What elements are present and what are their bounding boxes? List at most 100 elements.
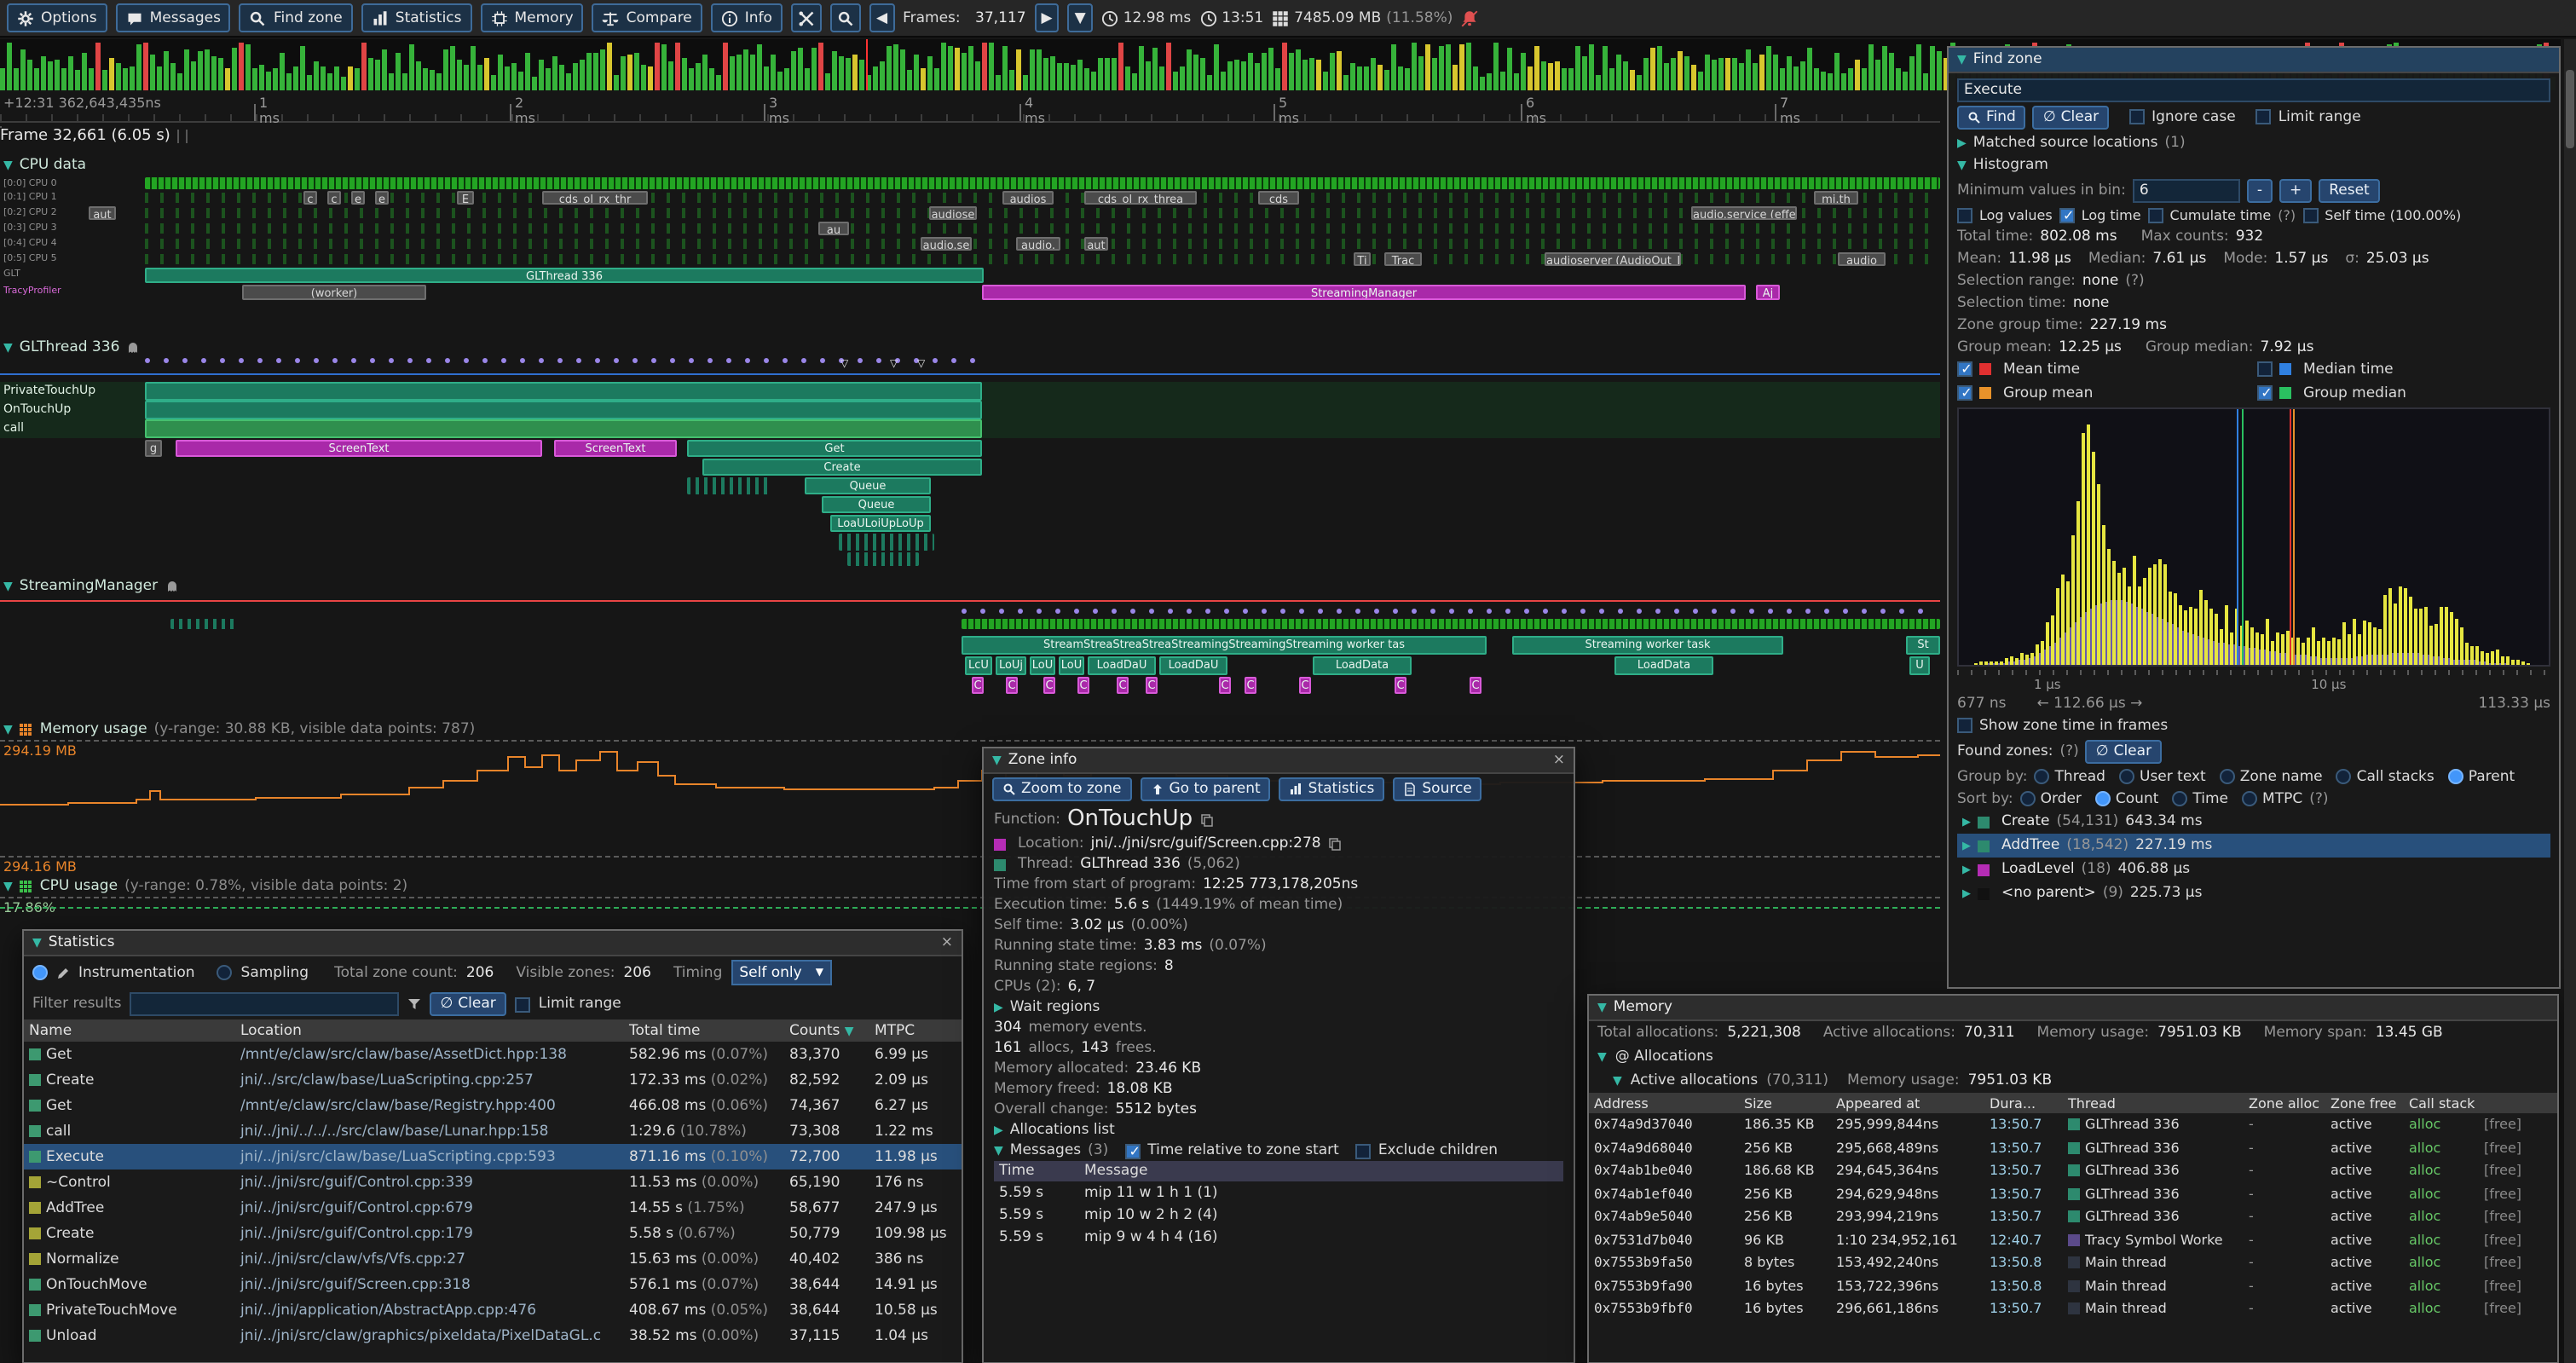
zone-bar[interactable]: C: [1245, 677, 1256, 694]
zone-bar[interactable]: Ti: [1354, 252, 1371, 266]
histogram-bar-yellow[interactable]: [2358, 634, 2361, 665]
stats-row[interactable]: AddTreejni/../jni/src/guif/Control.cpp:6…: [24, 1195, 962, 1221]
message-dot[interactable]: [1355, 609, 1360, 614]
collapse-icon[interactable]: ▼: [1597, 1050, 1607, 1064]
scrollbar-thumb[interactable]: [2566, 70, 2574, 148]
message-dot[interactable]: [1712, 609, 1717, 614]
message-dot[interactable]: [1880, 609, 1886, 614]
legend-checkbox[interactable]: [1957, 361, 1972, 377]
group-by-option[interactable]: User text: [2119, 768, 2206, 785]
histogram-bar-yellow[interactable]: [2030, 653, 2034, 665]
stats-row[interactable]: Normalizejni/../jni/src/claw/vfs/Vfs.cpp…: [24, 1246, 962, 1272]
message-dot[interactable]: [164, 358, 169, 363]
zone-bar[interactable]: audioserver (AudioOut_D): [1545, 252, 1681, 266]
alloc-callstack-link[interactable]: alloc: [2404, 1187, 2479, 1202]
zone-bar[interactable]: StreamingManager: [982, 285, 1746, 300]
histogram-bar-yellow[interactable]: [2169, 592, 2172, 665]
col-call-stack[interactable]: Call stack: [2404, 1095, 2479, 1111]
cpu-data-header[interactable]: ▼ CPU data: [3, 157, 86, 174]
message-dot[interactable]: [745, 358, 750, 363]
free-callstack-link[interactable]: [free]: [2479, 1256, 2547, 1271]
histogram-bar-yellow[interactable]: [2404, 588, 2407, 665]
radio-icon[interactable]: [2119, 769, 2134, 784]
col-name[interactable]: Name: [24, 1022, 235, 1039]
ghost-icon[interactable]: [165, 580, 178, 593]
stats-row[interactable]: Get/mnt/e/claw/src/claw/base/Registry.hp…: [24, 1093, 962, 1118]
message-dot[interactable]: [670, 358, 675, 363]
histogram-bar-yellow[interactable]: [2368, 622, 2371, 665]
message-dot[interactable]: [1524, 609, 1529, 614]
histogram-bar-yellow[interactable]: [2005, 657, 2008, 665]
histogram-bar-yellow[interactable]: [2123, 567, 2126, 665]
found-zone-row[interactable]: ▶AddTree(18,542)227.19 ms: [1957, 834, 2550, 858]
group-by-option[interactable]: Thread: [2035, 768, 2105, 785]
histogram-bar-yellow[interactable]: [2363, 620, 2366, 665]
message-dot[interactable]: [1805, 609, 1811, 614]
radio-icon[interactable]: [2242, 791, 2257, 806]
copy-icon[interactable]: [1199, 812, 1213, 826]
histogram-bar-yellow[interactable]: [2220, 628, 2223, 665]
legend-checkbox[interactable]: [2257, 385, 2273, 401]
find-zone-query-input[interactable]: [1957, 78, 2550, 102]
histogram-bar-yellow[interactable]: [2511, 660, 2515, 665]
zone-bar[interactable]: audio.se: [921, 237, 972, 251]
zone-bar[interactable]: LoadDaU: [1088, 656, 1156, 675]
limit-range-checkbox[interactable]: [515, 996, 530, 1012]
histogram-bar-yellow[interactable]: [2092, 452, 2095, 665]
zone-bar[interactable]: [145, 419, 982, 438]
histogram-bar-yellow[interactable]: [2481, 651, 2484, 665]
histogram-bar-yellow[interactable]: [2163, 564, 2167, 665]
histogram-bar-yellow[interactable]: [2230, 633, 2233, 665]
col-address[interactable]: Address: [1589, 1095, 1739, 1111]
message-dot[interactable]: [1749, 609, 1754, 614]
alloc-callstack-link[interactable]: alloc: [2404, 1302, 2479, 1317]
histogram-bar-yellow[interactable]: [2455, 619, 2458, 665]
zone-bar[interactable]: ScreenText: [554, 440, 677, 457]
expand-icon[interactable]: ▶: [994, 1001, 1003, 1014]
message-dot[interactable]: [464, 358, 469, 363]
message-dot[interactable]: [220, 358, 225, 363]
found-zone-row[interactable]: ▶<no parent>(9)225.73 µs: [1957, 881, 2550, 905]
message-dot[interactable]: [1599, 609, 1604, 614]
histogram-bar-yellow[interactable]: [1995, 661, 1998, 665]
zone-bar[interactable]: Aj: [1756, 285, 1780, 300]
zone-bar[interactable]: e: [375, 191, 389, 205]
legend-checkbox[interactable]: [1957, 385, 1972, 401]
message-dot[interactable]: [1187, 609, 1192, 614]
zone-bar[interactable]: mi.th: [1814, 191, 1858, 205]
histogram-bar-yellow[interactable]: [2337, 638, 2341, 665]
histogram-bar-yellow[interactable]: [2429, 626, 2433, 665]
zone-bar[interactable]: [962, 619, 1940, 629]
histogram-bar-yellow[interactable]: [2184, 609, 2187, 665]
zone-bar[interactable]: C: [1146, 677, 1158, 694]
zone-bar[interactable]: c: [327, 191, 341, 205]
message-dot[interactable]: [314, 358, 319, 363]
expand-icon[interactable]: ▶: [994, 1123, 1003, 1137]
col-thread[interactable]: Thread: [2063, 1095, 2244, 1111]
found-zone-row[interactable]: ▶Create(54,131)643.34 ms: [1957, 810, 2550, 834]
message-dot[interactable]: [1393, 609, 1398, 614]
zone-bar[interactable]: au: [818, 222, 849, 235]
histogram-bar-yellow[interactable]: [2066, 580, 2070, 665]
zone-bar[interactable]: LoadDaU: [1159, 656, 1227, 675]
col-duration[interactable]: Dura...: [1984, 1095, 2063, 1111]
message-dot[interactable]: [1074, 609, 1079, 614]
group-by-option[interactable]: Call stacks: [2336, 768, 2434, 785]
histogram-bar-yellow[interactable]: [2394, 603, 2397, 665]
zone-bar[interactable]: C: [1006, 677, 1018, 694]
col-counts[interactable]: Counts ▼: [784, 1022, 869, 1039]
histogram-bar-yellow[interactable]: [2158, 559, 2162, 665]
histogram-bar-yellow[interactable]: [2087, 424, 2090, 665]
radio-icon[interactable]: [2448, 769, 2463, 784]
group-by-option[interactable]: Parent: [2448, 768, 2515, 785]
statistics-titlebar[interactable]: ▼ Statistics ×: [24, 931, 962, 956]
histogram-bar-yellow[interactable]: [2107, 548, 2111, 665]
zone-bar[interactable]: LoadData: [1614, 656, 1713, 675]
message-dot[interactable]: [1112, 609, 1117, 614]
stats-row[interactable]: Get/mnt/e/claw/src/claw/base/AssetDict.h…: [24, 1042, 962, 1067]
zone-bar[interactable]: C: [1299, 677, 1311, 694]
message-dot[interactable]: [1018, 609, 1023, 614]
message-dot[interactable]: [651, 358, 656, 363]
zone-bar[interactable]: audio: [1838, 252, 1886, 266]
collapse-icon[interactable]: ▼: [1613, 1074, 1622, 1088]
